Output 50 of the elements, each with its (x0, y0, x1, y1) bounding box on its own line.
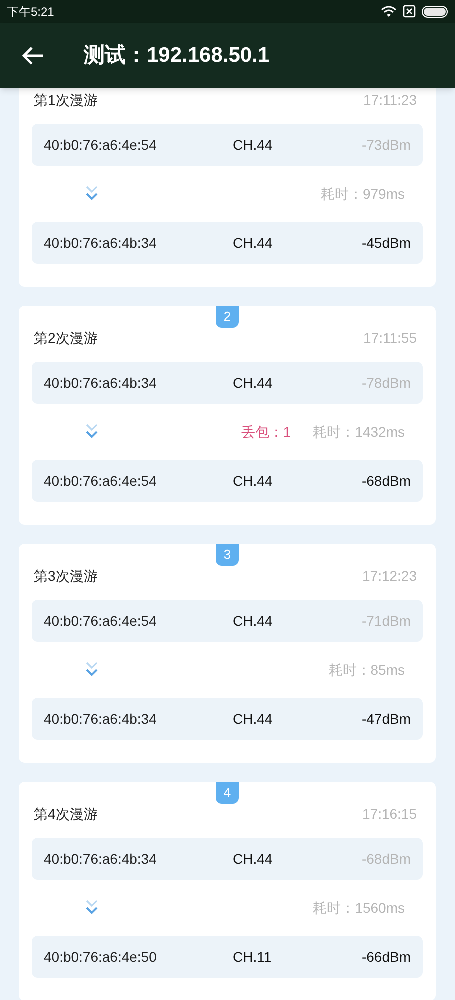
page-title: 测试：192.168.50.1 (84, 42, 270, 69)
roam-title: 第2次漫游 (34, 328, 98, 348)
roam-duration: 耗时：1432ms (313, 422, 405, 442)
packet-loss: 丢包：1 (241, 422, 292, 442)
signal-strength: -68dBm (362, 472, 411, 490)
no-sim-icon (403, 5, 416, 18)
roam-time: 17:11:23 (364, 90, 417, 110)
mac-address: 40:b0:76:a6:4b:34 (44, 710, 158, 728)
battery-icon (422, 6, 448, 18)
mac-address: 40:b0:76:a6:4b:34 (44, 374, 158, 392)
mac-address: 40:b0:76:a6:4b:34 (44, 850, 158, 868)
mac-address: 40:b0:76:a6:4e:54 (44, 472, 158, 490)
double-chevron-down-icon (85, 185, 99, 203)
channel: CH.44 (233, 472, 274, 490)
roam-time: 17:11:55 (364, 328, 417, 348)
signal-strength: -45dBm (362, 234, 411, 252)
channel: CH.44 (233, 374, 274, 392)
channel: CH.44 (233, 710, 274, 728)
mac-address: 40:b0:76:a6:4e:50 (44, 948, 158, 966)
channel: CH.44 (233, 612, 274, 630)
roam-duration: 耗时：85ms (328, 660, 405, 680)
double-chevron-down-icon (85, 423, 99, 441)
roam-duration: 耗时：979ms (320, 184, 405, 204)
signal-strength: -78dBm (362, 374, 411, 392)
signal-strength: -47dBm (362, 710, 411, 728)
index-badge: 4 (216, 782, 239, 804)
roam-time: 17:16:15 (362, 804, 417, 824)
channel: CH.44 (233, 234, 274, 252)
index-badge: 2 (216, 306, 239, 328)
signal-strength: -66dBm (362, 948, 411, 966)
roam-title: 第4次漫游 (34, 804, 98, 824)
channel: CH.44 (233, 850, 274, 868)
mac-address: 40:b0:76:a6:4e:54 (44, 612, 158, 630)
roam-time: 17:12:23 (362, 566, 417, 586)
mac-address: 40:b0:76:a6:4b:34 (44, 234, 158, 252)
roam-title: 第3次漫游 (34, 566, 98, 586)
channel: CH.11 (233, 948, 273, 966)
roam-title: 第1次漫游 (34, 90, 98, 110)
wifi-icon (381, 6, 397, 18)
signal-strength: -71dBm (362, 612, 411, 630)
channel: CH.44 (233, 136, 274, 154)
back-arrow-icon (22, 46, 44, 66)
roam-duration: 耗时：1560ms (313, 898, 405, 918)
signal-strength: -68dBm (362, 850, 411, 868)
mac-address: 40:b0:76:a6:4e:54 (44, 136, 158, 154)
double-chevron-down-icon (85, 661, 99, 679)
double-chevron-down-icon (85, 899, 99, 917)
index-badge: 3 (216, 544, 239, 566)
clock: 下午5:21 (7, 4, 54, 20)
signal-strength: -73dBm (362, 136, 411, 154)
